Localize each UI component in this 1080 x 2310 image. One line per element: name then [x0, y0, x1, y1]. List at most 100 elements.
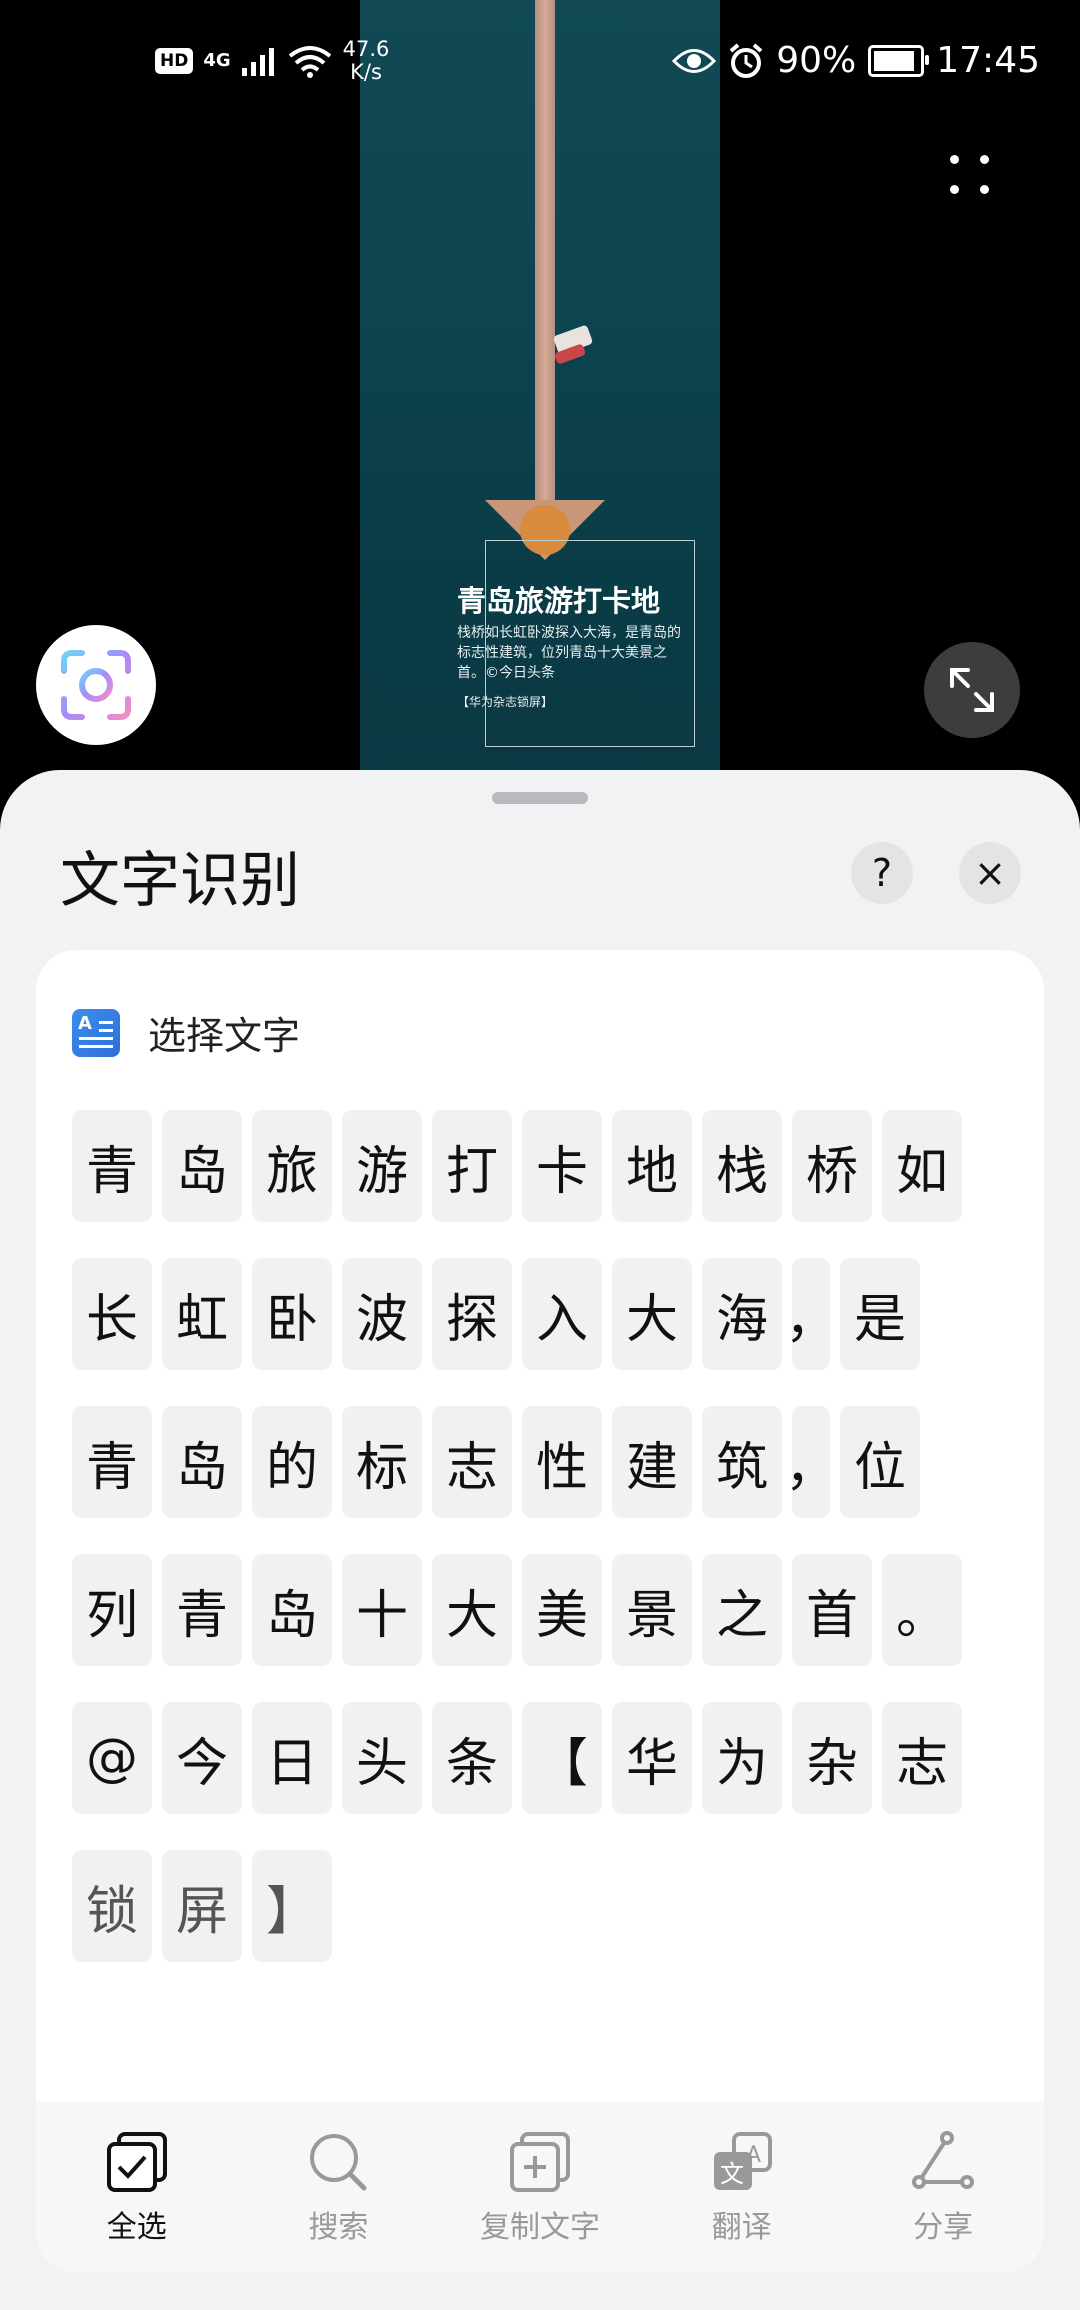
share-icon: [912, 2131, 975, 2189]
translate-label: 翻译: [711, 2210, 772, 2245]
character-row: 青岛的标志性建筑，位: [72, 1406, 1022, 1518]
character-chip[interactable]: 列: [72, 1554, 152, 1666]
character-chip[interactable]: 为: [702, 1702, 782, 1814]
character-chip[interactable]: ，: [785, 1406, 837, 1518]
share-button[interactable]: 分享: [842, 2102, 1044, 2272]
character-chip[interactable]: 栈: [702, 1110, 782, 1222]
character-chip[interactable]: 【: [522, 1702, 602, 1814]
translate-icon: A 文: [713, 2132, 772, 2190]
character-chip[interactable]: 十: [342, 1554, 422, 1666]
character-chip[interactable]: 青: [72, 1406, 152, 1518]
character-chip[interactable]: 旅: [252, 1110, 332, 1222]
network-type: 4G: [203, 50, 231, 71]
character-chip[interactable]: 青: [72, 1110, 152, 1222]
battery-percent: 90%: [776, 40, 857, 81]
character-chip[interactable]: 探: [432, 1258, 512, 1370]
character-chip[interactable]: @: [72, 1702, 152, 1814]
translate-button[interactable]: A 文 翻译: [641, 2102, 843, 2272]
expand-button[interactable]: [924, 642, 1020, 738]
select-all-icon: [106, 2132, 167, 2192]
character-chip[interactable]: 海: [702, 1258, 782, 1370]
select-all-label: 全选: [106, 2210, 167, 2245]
character-chip[interactable]: 志: [432, 1406, 512, 1518]
character-chip[interactable]: 长: [72, 1258, 152, 1370]
character-chip[interactable]: 的: [252, 1406, 332, 1518]
character-chip[interactable]: 杂: [792, 1702, 872, 1814]
expand-icon: [950, 668, 994, 712]
character-chip[interactable]: 如: [882, 1110, 962, 1222]
eye-icon: [672, 48, 717, 73]
character-chip[interactable]: 。: [882, 1554, 962, 1666]
character-chip[interactable]: 屏: [162, 1850, 242, 1962]
character-chip[interactable]: 标: [342, 1406, 422, 1518]
text-selection-card: A 选择文字 青岛旅游打卡地栈桥如长虹卧波探入大海，是青岛的标志性建筑，位列青岛…: [36, 950, 1044, 2272]
clock: 17:45: [936, 40, 1040, 81]
more-options-button[interactable]: [940, 145, 1000, 205]
wallpaper-description: 栈桥如长虹卧波探入大海，是青岛的标志性建筑，位列青岛十大美景之首。©今日头条: [457, 625, 681, 681]
select-all-button[interactable]: 全选: [36, 2102, 238, 2272]
character-grid: 青岛旅游打卡地栈桥如长虹卧波探入大海，是青岛的标志性建筑，位列青岛十大美景之首。…: [72, 1110, 1022, 1998]
character-chip[interactable]: 性: [522, 1406, 602, 1518]
character-chip[interactable]: 位: [840, 1406, 920, 1518]
character-chip[interactable]: ，: [785, 1258, 837, 1370]
character-chip[interactable]: 】: [252, 1850, 332, 1962]
bottom-toolbar: 全选 搜索 复制文字 A 文 翻译 分享: [36, 2102, 1044, 2272]
character-row: @ 今日头条【华为杂志: [72, 1702, 1022, 1814]
character-chip[interactable]: 青: [162, 1554, 242, 1666]
close-button[interactable]: ×: [959, 842, 1021, 904]
character-chip[interactable]: 建: [612, 1406, 692, 1518]
character-chip[interactable]: 美: [522, 1554, 602, 1666]
character-chip[interactable]: 大: [612, 1258, 692, 1370]
character-chip[interactable]: 志: [882, 1702, 962, 1814]
character-chip[interactable]: 虹: [162, 1258, 242, 1370]
search-icon: [310, 2134, 367, 2191]
sheet-title: 文字识别: [60, 846, 300, 916]
drag-handle[interactable]: [492, 792, 588, 804]
character-chip[interactable]: 游: [342, 1110, 422, 1222]
character-chip[interactable]: 入: [522, 1258, 602, 1370]
character-chip[interactable]: 头: [342, 1702, 422, 1814]
character-chip[interactable]: 锁: [72, 1850, 152, 1962]
text-recognition-sheet: 文字识别 ? × A 选择文字 青岛旅游打卡地栈桥如长虹卧波探入大海，是青岛的标…: [0, 770, 1080, 2310]
character-chip[interactable]: 岛: [162, 1110, 242, 1222]
character-chip[interactable]: 打: [432, 1110, 512, 1222]
character-chip[interactable]: 桥: [792, 1110, 872, 1222]
wallpaper-preview: 青岛旅游打卡地 栈桥如长虹卧波探入大海，是青岛的标志性建筑，位列青岛十大美景之首…: [360, 0, 720, 770]
section-header: A 选择文字: [72, 1005, 300, 1060]
battery-icon: [868, 44, 930, 77]
character-chip[interactable]: 日: [252, 1702, 332, 1814]
copy-text-button[interactable]: 复制文字: [439, 2102, 641, 2272]
status-bar: HD 4G 47.6 K/s 90% 17:45: [0, 0, 1080, 110]
text-doc-icon: A: [72, 1008, 120, 1057]
character-chip[interactable]: 地: [612, 1110, 692, 1222]
character-chip[interactable]: 华: [612, 1702, 692, 1814]
help-button[interactable]: ?: [851, 842, 913, 904]
character-chip[interactable]: 筑: [702, 1406, 782, 1518]
svg-text:文: 文: [720, 2160, 744, 2188]
copy-icon: [509, 2132, 570, 2192]
network-speed: 47.6 K/s: [342, 37, 390, 84]
character-chip[interactable]: 景: [612, 1554, 692, 1666]
share-label: 分享: [913, 2210, 974, 2245]
character-chip[interactable]: 条: [432, 1702, 512, 1814]
character-chip[interactable]: 岛: [162, 1406, 242, 1518]
search-label: 搜索: [308, 2210, 369, 2245]
signal-icon: [241, 48, 274, 76]
scan-lens-button[interactable]: [36, 625, 156, 745]
character-chip[interactable]: 岛: [252, 1554, 332, 1666]
search-button[interactable]: 搜索: [238, 2102, 440, 2272]
character-chip[interactable]: 卡: [522, 1110, 602, 1222]
character-chip[interactable]: 是: [840, 1258, 920, 1370]
battery-fill: [874, 50, 914, 71]
character-chip[interactable]: 今: [162, 1702, 242, 1814]
lens-icon: [61, 650, 131, 720]
character-chip[interactable]: 大: [432, 1554, 512, 1666]
character-chip[interactable]: 首: [792, 1554, 872, 1666]
character-chip[interactable]: 波: [342, 1258, 422, 1370]
alarm-icon: [729, 42, 763, 78]
character-chip[interactable]: 之: [702, 1554, 782, 1666]
character-chip[interactable]: 卧: [252, 1258, 332, 1370]
wallpaper-tag: 【华为杂志锁屏】: [457, 695, 554, 709]
copy-text-label: 复制文字: [479, 2210, 600, 2245]
character-row: 列青岛十大美景之首。: [72, 1554, 1022, 1666]
